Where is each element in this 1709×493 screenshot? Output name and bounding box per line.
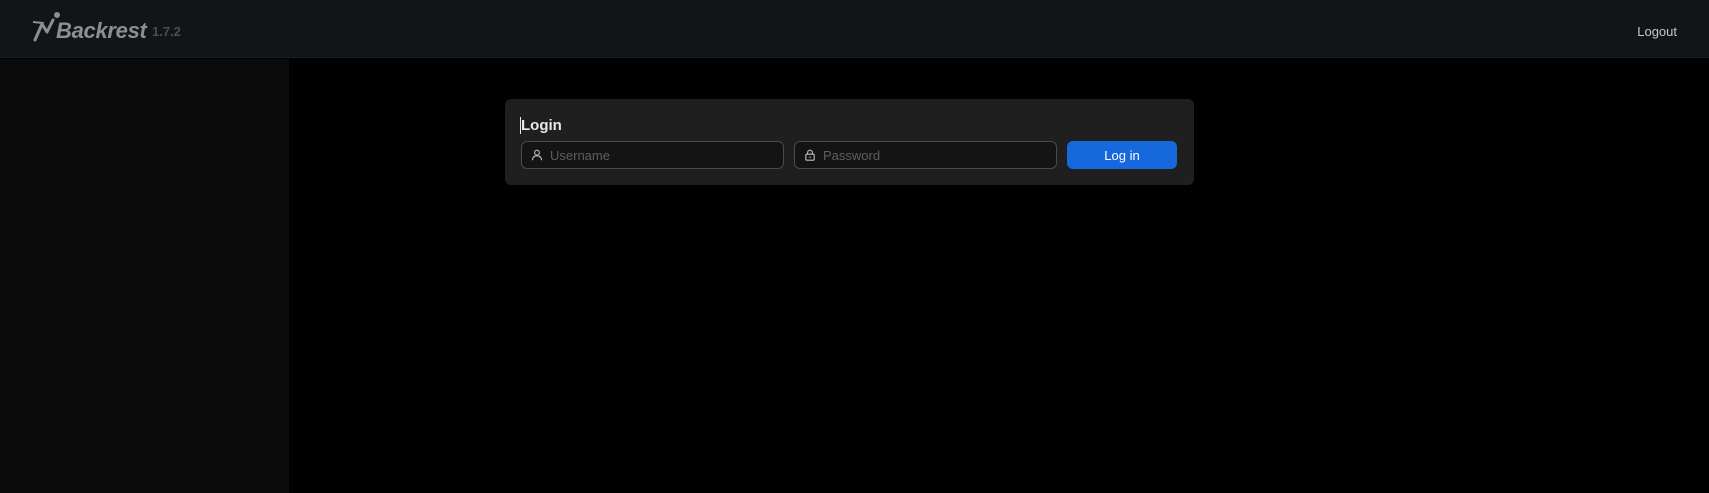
username-input[interactable] [550, 143, 783, 167]
sidebar [0, 59, 289, 493]
app-name: Backrest [56, 18, 147, 43]
app-version: 1.7.2 [152, 24, 181, 39]
login-card: Login Log in [505, 99, 1194, 185]
password-field[interactable] [794, 141, 1057, 169]
login-title: Login [521, 117, 562, 134]
app-header: Backrest 1.7.2 Logout [0, 0, 1709, 58]
logout-link[interactable]: Logout [1637, 24, 1677, 39]
login-button[interactable]: Log in [1067, 141, 1177, 169]
password-input[interactable] [823, 143, 1056, 167]
lock-icon [803, 148, 817, 162]
user-icon [530, 148, 544, 162]
username-field[interactable] [521, 141, 784, 169]
